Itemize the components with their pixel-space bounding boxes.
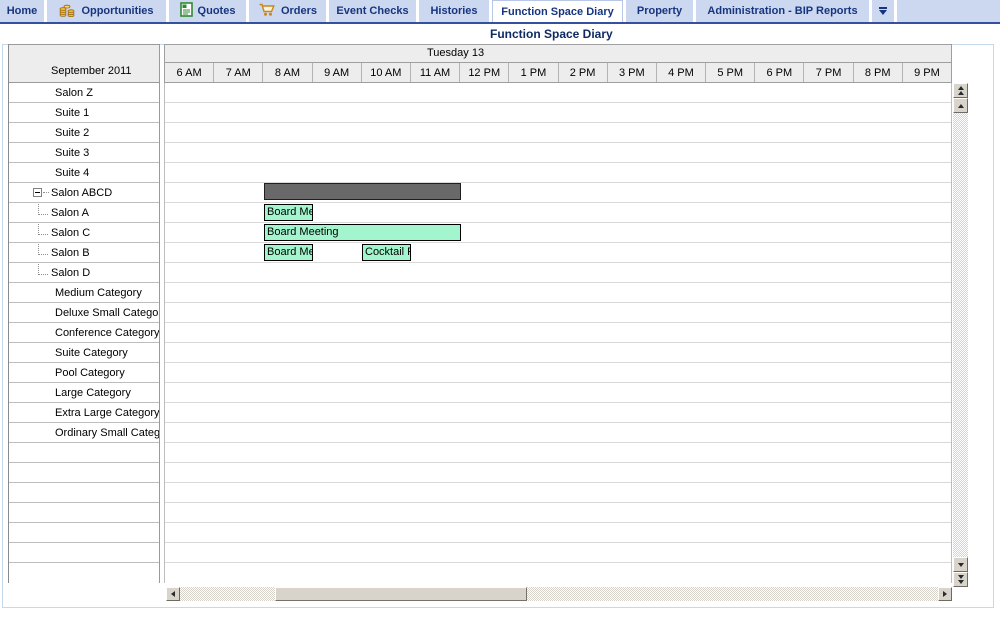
room-row-extra-large-category: Extra Large Category: [9, 403, 159, 423]
time-slot-12pm: 12 PM: [460, 63, 509, 82]
time-header: 6 AM 7 AM 8 AM 9 AM 10 AM 11 AM 12 PM 1 …: [164, 63, 952, 83]
tab-label: Function Space Diary: [501, 6, 613, 18]
tab-label: Event Checks: [336, 5, 408, 17]
tree-branch-icon: [38, 263, 48, 275]
horizontal-scrollbar[interactable]: [166, 587, 952, 601]
event-board-meeting-salon-a[interactable]: Board Meeting: [264, 204, 313, 221]
event-board-meeting-salon-c[interactable]: Board Meeting: [264, 224, 461, 241]
scroll-right-button[interactable]: [938, 587, 952, 601]
scroll-up-button[interactable]: [953, 98, 968, 113]
cart-icon: [258, 2, 276, 20]
tree-connector: [43, 192, 49, 193]
room-row-salon-b: Salon B: [9, 243, 159, 263]
tab-label: Home: [7, 5, 38, 17]
tab-property[interactable]: Property: [626, 0, 693, 22]
date-header: Tuesday 13: [164, 44, 952, 63]
tab-quotes[interactable]: Quotes: [169, 0, 246, 22]
empty-row: [9, 483, 159, 503]
room-row-large-category: Large Category: [9, 383, 159, 403]
time-slot-8am: 8 AM: [263, 63, 312, 82]
event-group-block[interactable]: [264, 183, 461, 200]
time-slot-10am: 10 AM: [362, 63, 411, 82]
month-header: September 2011: [9, 45, 159, 83]
time-slot-3pm: 3 PM: [608, 63, 657, 82]
event-board-meeting-salon-b[interactable]: Board Meeting: [264, 244, 313, 261]
collapse-icon[interactable]: [33, 188, 42, 197]
tab-event-checks[interactable]: Event Checks: [329, 0, 416, 22]
tree-branch-icon: [38, 223, 48, 235]
tab-label: Administration - BIP Reports: [707, 5, 857, 17]
time-slot-11am: 11 AM: [411, 63, 460, 82]
event-cocktail-reception-salon-b[interactable]: Cocktail Re: [362, 244, 411, 261]
tab-label: Histories: [430, 5, 477, 17]
tab-function-space-diary[interactable]: Function Space Diary: [492, 0, 623, 22]
room-row-suite-1: Suite 1: [9, 103, 159, 123]
tab-label: Quotes: [198, 5, 236, 17]
tab-bar: Home Opportunities Quotes Orders Event C…: [0, 0, 1000, 24]
room-row-suite-2: Suite 2: [9, 123, 159, 143]
time-slot-4pm: 4 PM: [657, 63, 706, 82]
tab-home[interactable]: Home: [0, 0, 44, 22]
scroll-down-button[interactable]: [953, 557, 968, 572]
time-slot-6am: 6 AM: [165, 63, 214, 82]
room-row-suite-category: Suite Category: [9, 343, 159, 363]
room-row-salon-abcd: Salon ABCD: [9, 183, 159, 203]
room-row-deluxe-small-category: Deluxe Small Category: [9, 303, 159, 323]
tab-bar-filler: [897, 0, 1000, 22]
scroll-left-button[interactable]: [166, 587, 180, 601]
time-slot-6pm: 6 PM: [755, 63, 804, 82]
room-list: September 2011 Salon Z Suite 1 Suite 2 S…: [8, 44, 160, 583]
room-row-ordinary-small-category: Ordinary Small Category: [9, 423, 159, 443]
page-title: Function Space Diary: [490, 27, 613, 41]
tab-label: Property: [637, 5, 682, 17]
room-row-salon-d: Salon D: [9, 263, 159, 283]
tree-branch-icon: [38, 203, 48, 215]
double-chevron-down-icon: [879, 7, 887, 9]
vertical-scrollbar[interactable]: [953, 83, 968, 587]
date-header-label: Tuesday 13: [427, 47, 484, 59]
empty-row: [9, 523, 159, 543]
vertical-scrollbar-track[interactable]: [953, 83, 968, 587]
empty-row: [9, 443, 159, 463]
empty-row: [9, 463, 159, 483]
tab-orders[interactable]: Orders: [249, 0, 326, 22]
tree-branch-icon: [38, 243, 48, 255]
room-row-salon-c: Salon C: [9, 223, 159, 243]
room-row-pool-category: Pool Category: [9, 363, 159, 383]
scroll-page-down-button[interactable]: [953, 572, 968, 587]
room-row-medium-category: Medium Category: [9, 283, 159, 303]
tab-label: Orders: [281, 5, 317, 17]
tab-administration-bip-reports[interactable]: Administration - BIP Reports: [696, 0, 869, 22]
time-slot-5pm: 5 PM: [706, 63, 755, 82]
time-slot-9am: 9 AM: [313, 63, 362, 82]
empty-row: [9, 543, 159, 563]
room-row-salon-a: Salon A: [9, 203, 159, 223]
tab-overflow-button[interactable]: [872, 0, 894, 22]
tab-opportunities[interactable]: Opportunities: [47, 0, 166, 22]
time-slot-9pm: 9 PM: [903, 63, 951, 82]
document-icon: [180, 2, 193, 20]
time-slot-1pm: 1 PM: [509, 63, 558, 82]
empty-row: [9, 503, 159, 523]
scroll-page-up-button[interactable]: [953, 83, 968, 98]
tab-histories[interactable]: Histories: [419, 0, 489, 22]
gridlines: [165, 83, 951, 563]
room-row-suite-4: Suite 4: [9, 163, 159, 183]
coins-icon: [59, 3, 76, 20]
time-slot-8pm: 8 PM: [854, 63, 903, 82]
time-slot-7am: 7 AM: [214, 63, 263, 82]
booking-grid[interactable]: Board Meeting Board Meeting Board Meetin…: [164, 83, 952, 583]
tab-label: Opportunities: [81, 5, 153, 17]
time-slot-7pm: 7 PM: [804, 63, 853, 82]
time-slot-2pm: 2 PM: [559, 63, 608, 82]
horizontal-scrollbar-thumb[interactable]: [275, 587, 527, 601]
room-row-salon-z: Salon Z: [9, 83, 159, 103]
room-row-suite-3: Suite 3: [9, 143, 159, 163]
room-row-conference-category: Conference Category: [9, 323, 159, 343]
function-space-diary-screen: Home Opportunities Quotes Orders Event C…: [0, 0, 1000, 617]
